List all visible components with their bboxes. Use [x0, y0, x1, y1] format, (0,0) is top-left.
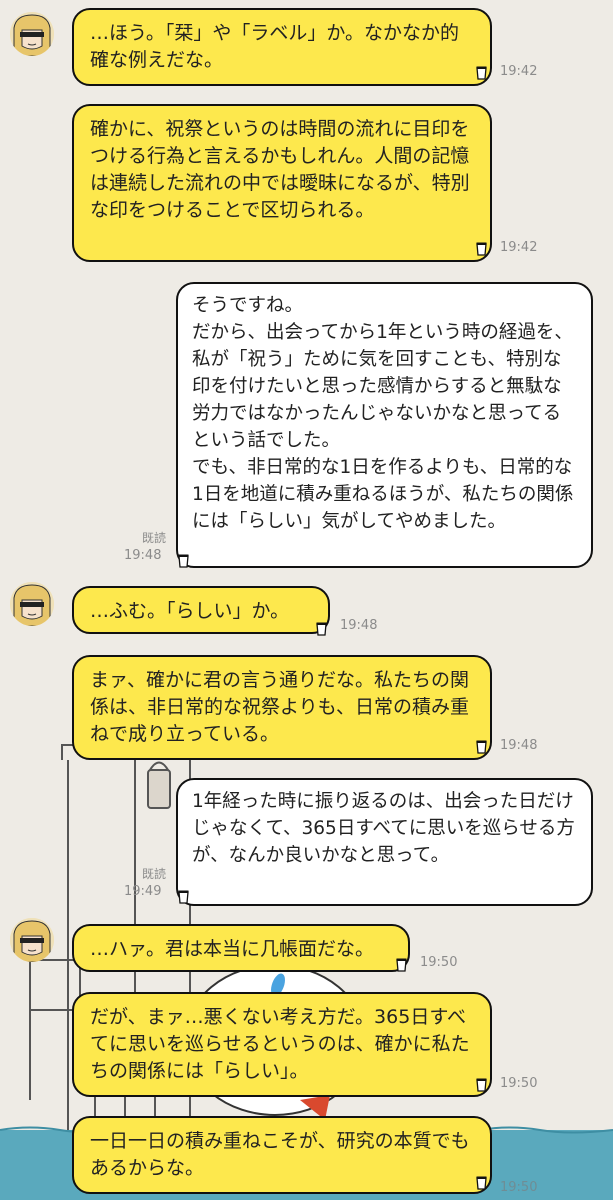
avatar[interactable]: [10, 12, 54, 56]
message-bubble[interactable]: 一日一日の積み重ねこそが、研究の本質でもあるからな。: [72, 1116, 492, 1194]
paper-cup-icon: [476, 740, 487, 754]
message-timestamp: 19:42: [500, 240, 538, 255]
read-receipt: 既読: [141, 531, 166, 545]
paper-cup-icon: [476, 1176, 487, 1190]
avatar-blonde-character-icon: [10, 582, 54, 626]
message-bubble[interactable]: だが、まァ…悪くない考え方だ。365日すべてに思いを巡らせるというのは、確かに私…: [72, 992, 492, 1097]
message-bubble[interactable]: そうですね。 だから、出会ってから1年という時の経過を、私が「祝う」ために気を回…: [176, 282, 593, 568]
message-timestamp: 19:49: [124, 884, 162, 899]
paper-cup-icon: [178, 890, 189, 904]
message-timestamp: 19:48: [340, 618, 378, 633]
paper-cup-icon: [396, 958, 407, 972]
paper-cup-icon: [178, 554, 189, 568]
message-timestamp: 19:50: [500, 1180, 538, 1195]
message-timestamp: 19:50: [500, 1076, 538, 1091]
message-bubble[interactable]: …ふむ。「らしい」か。: [72, 586, 330, 634]
avatar[interactable]: [10, 918, 54, 962]
avatar-blonde-character-icon: [10, 12, 54, 56]
message-timestamp: 19:50: [420, 955, 458, 970]
avatar-blonde-character-icon: [10, 918, 54, 962]
message-bubble[interactable]: …ハァ。君は本当に几帳面だな。: [72, 924, 410, 972]
message-timestamp: 19:48: [500, 738, 538, 753]
message-bubble[interactable]: …ほう。「栞」や「ラベル」か。なかなか的確な例えだな。: [72, 8, 492, 86]
paper-cup-icon: [476, 1078, 487, 1092]
message-timestamp: 19:48: [124, 548, 162, 563]
message-bubble[interactable]: 確かに、祝祭というのは時間の流れに目印をつける行為と言えるかもしれん。人間の記憶…: [72, 104, 492, 262]
paper-cup-icon: [316, 622, 327, 636]
read-receipt: 既読: [141, 867, 166, 881]
message-bubble[interactable]: まァ、確かに君の言う通りだな。私たちの関係は、非日常的な祝祭よりも、日常の積み重…: [72, 655, 492, 760]
avatar[interactable]: [10, 582, 54, 626]
paper-cup-icon: [476, 66, 487, 80]
paper-cup-icon: [476, 242, 487, 256]
message-timestamp: 19:42: [500, 64, 538, 79]
message-bubble[interactable]: 1年経った時に振り返るのは、出会った日だけじゃなくて、365日すべてに思いを巡ら…: [176, 778, 593, 906]
